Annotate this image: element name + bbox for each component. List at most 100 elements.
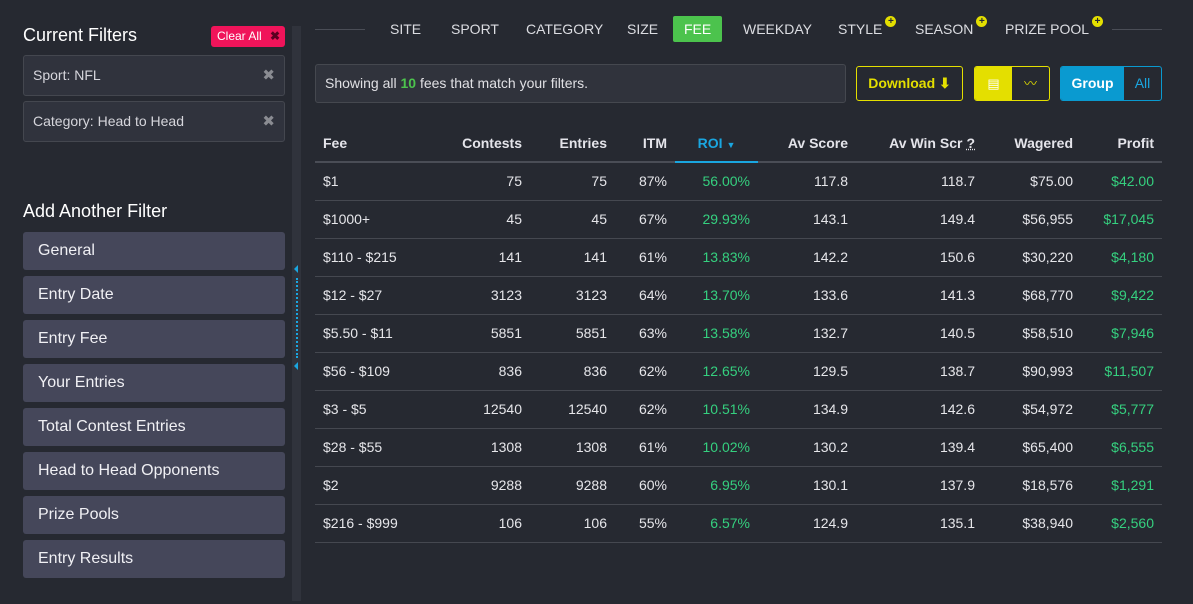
cell-contests: 5851: [425, 314, 530, 353]
add-filter-item[interactable]: Entry Fee: [23, 320, 285, 358]
collapse-arrow-icon[interactable]: [294, 265, 298, 273]
divider: [1112, 29, 1162, 30]
column-header-fee[interactable]: Fee: [315, 124, 425, 163]
add-filter-item[interactable]: Entry Date: [23, 276, 285, 314]
tab-size[interactable]: SIZE: [627, 19, 658, 43]
column-header-profit[interactable]: Profit: [1081, 124, 1162, 163]
cell-profit: $42.00: [1081, 162, 1162, 201]
table-view-icon[interactable]: ▤: [975, 67, 1012, 100]
chart-view-icon[interactable]: 〰: [1012, 67, 1049, 100]
all-button[interactable]: All: [1124, 67, 1161, 100]
cell-profit: $17,045: [1081, 200, 1162, 239]
column-header-av-win-scr[interactable]: Av Win Scr?: [856, 124, 983, 163]
cell-contests: 45: [425, 200, 530, 239]
column-header-roi[interactable]: ROI ▼: [675, 124, 758, 163]
cell-av-win-scr: 150.6: [856, 238, 983, 277]
cell-av-win-scr: 142.6: [856, 390, 983, 429]
column-header-contests[interactable]: Contests: [425, 124, 530, 163]
cell-contests: 3123: [425, 276, 530, 315]
clear-all-button[interactable]: Clear All ✖: [211, 26, 285, 47]
group-toggle[interactable]: Group All: [1060, 66, 1162, 101]
add-filter-item[interactable]: General: [23, 232, 285, 270]
divider: [315, 29, 365, 30]
collapse-arrow-icon[interactable]: [294, 362, 298, 370]
table-row[interactable]: $28 - $55 1308 1308 61% 10.02% 130.2 139.4 $65,…: [315, 428, 1162, 467]
cell-profit: $9,422: [1081, 276, 1162, 315]
table-row[interactable]: $216 - $999 106 106 55% 6.57% 124.9 135.1 $38,9…: [315, 504, 1162, 543]
table-row[interactable]: $110 - $215 141 141 61% 13.83% 142.2 150.6 $30,…: [315, 238, 1162, 277]
cell-fee: $12 - $27: [315, 276, 425, 315]
group-button[interactable]: Group: [1061, 67, 1124, 100]
active-filter-chip: Category: Head to Head ✖: [23, 101, 285, 142]
cell-av-win-scr: 137.9: [856, 466, 983, 505]
current-filters-title: Current Filters: [23, 25, 138, 45]
table-row[interactable]: $2 9288 9288 60% 6.95% 130.1 137.9 $18,576 $1,29…: [315, 466, 1162, 505]
column-header-entries[interactable]: Entries: [530, 124, 615, 163]
cell-av-score: 124.9: [758, 504, 856, 543]
column-header-av-score[interactable]: Av Score: [758, 124, 856, 163]
tab-site[interactable]: SITE: [390, 19, 421, 43]
cell-entries: 5851: [530, 314, 615, 353]
cell-av-score: 134.9: [758, 390, 856, 429]
tab-style[interactable]: STYLE +: [838, 16, 897, 43]
cell-roi: 56.00%: [675, 162, 758, 201]
tab-prize-pool[interactable]: PRIZE POOL +: [1005, 16, 1104, 43]
help-icon[interactable]: ?: [966, 135, 975, 151]
download-button[interactable]: Download ⬇: [856, 66, 963, 101]
cell-wagered: $90,993: [983, 352, 1081, 391]
cell-av-score: 117.8: [758, 162, 856, 201]
table-row[interactable]: $12 - $27 3123 3123 64% 13.70% 133.6 141.3 $68,…: [315, 276, 1162, 315]
tab-fee[interactable]: FEE: [673, 16, 723, 42]
cell-profit: $6,555: [1081, 428, 1162, 467]
cell-entries: 3123: [530, 276, 615, 315]
remove-filter-icon[interactable]: ✖: [262, 56, 275, 95]
cell-profit: $11,507: [1081, 352, 1162, 391]
cell-roi: 6.57%: [675, 504, 758, 543]
filter-label: Category: Head to Head: [33, 113, 184, 129]
cell-fee: $110 - $215: [315, 238, 425, 277]
cell-roi: 29.93%: [675, 200, 758, 239]
cell-wagered: $38,940: [983, 504, 1081, 543]
cell-contests: 12540: [425, 390, 530, 429]
table-row[interactable]: $1 75 75 87% 56.00% 117.8 118.7 $75.00 $42.00: [315, 162, 1162, 201]
table-row[interactable]: $56 - $109 836 836 62% 12.65% 129.5 138.7 $90,9…: [315, 352, 1162, 391]
column-header-wagered[interactable]: Wagered: [983, 124, 1081, 163]
cell-wagered: $75.00: [983, 162, 1081, 201]
cell-roi: 13.70%: [675, 276, 758, 315]
add-filter-item[interactable]: Prize Pools: [23, 496, 285, 534]
cell-contests: 9288: [425, 466, 530, 505]
cell-av-score: 142.2: [758, 238, 856, 277]
table-row[interactable]: $5.50 - $11 5851 5851 63% 13.58% 132.7 140.5 $5…: [315, 314, 1162, 353]
remove-filter-icon[interactable]: ✖: [262, 102, 275, 141]
tab-weekday[interactable]: WEEKDAY: [743, 19, 812, 43]
cell-itm: 55%: [615, 504, 675, 543]
add-filter-title: Add Another Filter: [23, 201, 168, 221]
table-row[interactable]: $3 - $5 12540 12540 62% 10.51% 134.9 142.6 $54,…: [315, 390, 1162, 429]
cell-entries: 836: [530, 352, 615, 391]
table-row[interactable]: $1000+ 45 45 67% 29.93% 143.1 149.4 $56,955 $17,…: [315, 200, 1162, 239]
tab-category[interactable]: CATEGORY: [526, 19, 603, 43]
cell-av-win-scr: 149.4: [856, 200, 983, 239]
tab-season[interactable]: SEASON +: [915, 16, 988, 43]
cell-wagered: $58,510: [983, 314, 1081, 353]
cell-itm: 61%: [615, 428, 675, 467]
cell-av-win-scr: 141.3: [856, 276, 983, 315]
add-filter-item[interactable]: Entry Results: [23, 540, 285, 578]
add-filter-item[interactable]: Head to Head Opponents: [23, 452, 285, 490]
cell-itm: 87%: [615, 162, 675, 201]
cell-roi: 10.51%: [675, 390, 758, 429]
tab-sport[interactable]: SPORT: [451, 19, 499, 43]
cell-fee: $1: [315, 162, 425, 201]
cell-profit: $2,560: [1081, 504, 1162, 543]
cell-fee: $1000+: [315, 200, 425, 239]
cell-wagered: $65,400: [983, 428, 1081, 467]
resize-handle[interactable]: [296, 278, 298, 358]
cell-av-win-scr: 118.7: [856, 162, 983, 201]
view-toggle[interactable]: ▤ 〰: [974, 66, 1050, 101]
column-header-itm[interactable]: ITM: [615, 124, 675, 163]
cell-roi: 13.58%: [675, 314, 758, 353]
add-filter-item[interactable]: Total Contest Entries: [23, 408, 285, 446]
cell-wagered: $30,220: [983, 238, 1081, 277]
cell-fee: $216 - $999: [315, 504, 425, 543]
add-filter-item[interactable]: Your Entries: [23, 364, 285, 402]
